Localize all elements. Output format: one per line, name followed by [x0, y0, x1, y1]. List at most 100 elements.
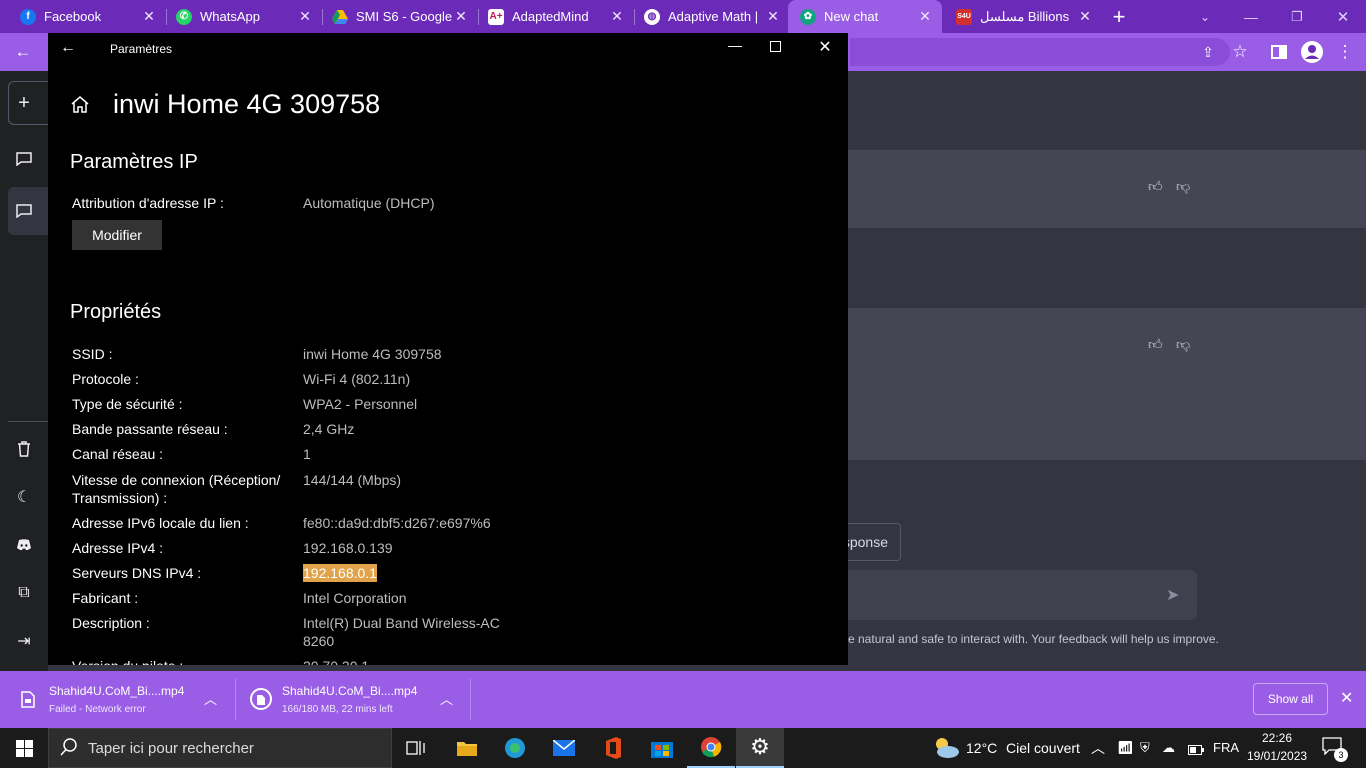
weather-temperature: 12°C — [966, 740, 998, 756]
plus-icon: + — [18, 91, 30, 114]
download-filename: Shahid4U.CoM_Bi....mp4 — [49, 684, 185, 698]
close-icon[interactable]: ✕ — [608, 8, 626, 25]
battery-icon[interactable] — [1188, 742, 1204, 760]
tab-facebook[interactable]: f Facebook ✕ — [8, 0, 166, 33]
thumbs-down-icon[interactable]: 👎︎ — [1176, 178, 1190, 195]
close-icon[interactable]: ✕ — [296, 8, 314, 25]
browser-close-icon[interactable]: ✕ — [1332, 0, 1354, 33]
side-panel-icon[interactable] — [1264, 33, 1294, 71]
tab-title: New chat — [824, 9, 879, 24]
tab-title: مسلسل Billions — [980, 8, 1070, 24]
window-title: Paramètres — [110, 42, 173, 56]
selected-dns-value[interactable]: 192.168.0.1 — [303, 564, 377, 582]
close-icon[interactable]: ✕ — [1340, 688, 1353, 708]
tab-adaptive-math[interactable]: ◍ Adaptive Math | ✕ — [632, 0, 790, 33]
send-icon[interactable]: ➤ — [1166, 585, 1179, 605]
external-link-icon[interactable]: ⧉ — [12, 581, 36, 605]
wifi-icon[interactable]: 📶︎ — [1117, 740, 1134, 756]
onedrive-cloud-icon[interactable]: ☁ — [1162, 740, 1175, 756]
tab-smi-s6[interactable]: SMI S6 - Google ✕ — [320, 0, 478, 33]
discord-icon[interactable] — [12, 533, 36, 557]
profile-avatar-icon[interactable] — [1297, 33, 1327, 71]
show-all-button[interactable]: Show all — [1253, 683, 1328, 715]
close-icon[interactable]: ✕ — [764, 8, 782, 25]
edge-browser-icon[interactable] — [491, 728, 539, 768]
search-placeholder: Taper ici pour rechercher — [88, 740, 254, 757]
property-value: Intel Corporation — [303, 590, 407, 606]
moon-icon[interactable]: ☾ — [12, 485, 36, 509]
settings-gear-icon[interactable]: ⚙ — [736, 728, 784, 768]
property-value: 2,4 GHz — [303, 421, 355, 437]
share-icon[interactable]: ⇪ — [1193, 33, 1223, 71]
property-value: 144/144 (Mbps) — [303, 472, 402, 488]
antivirus-shield-icon[interactable]: ⛨ — [1140, 740, 1150, 756]
windows-start-icon[interactable] — [0, 728, 48, 768]
chevron-up-icon[interactable]: ︿ — [1091, 738, 1105, 758]
tab-title: WhatsApp — [200, 9, 260, 24]
tab-search-icon[interactable]: ⌄ — [1194, 0, 1216, 33]
tab-whatsapp[interactable]: ✆ WhatsApp ✕ — [164, 0, 322, 33]
language-indicator[interactable]: FRA — [1213, 740, 1239, 755]
microsoft-store-icon[interactable] — [638, 728, 686, 768]
tab-title: Adaptive Math | — [668, 9, 759, 24]
task-view-icon[interactable] — [392, 728, 440, 768]
address-bar[interactable] — [850, 38, 1230, 66]
clock-date[interactable]: 19/01/2023 — [1247, 749, 1307, 763]
trash-icon[interactable] — [12, 437, 36, 461]
chevron-up-icon[interactable]: ︿ — [204, 689, 217, 708]
tab-adaptedmind[interactable]: A+ AdaptedMind ✕ — [476, 0, 634, 33]
close-icon[interactable]: ✕ — [916, 8, 934, 25]
property-value: 192.168.0.139 — [303, 540, 393, 556]
modifier-button[interactable]: Modifier — [72, 220, 162, 250]
download-item[interactable]: Shahid4U.CoM_Bi....mp4 166/180 MB, 22 mi… — [236, 671, 470, 728]
tab-new-chat[interactable]: ✿ New chat ✕ — [788, 0, 942, 33]
page-title: inwi Home 4G 309758 — [113, 89, 381, 119]
close-icon[interactable]: ✕ — [452, 8, 470, 25]
close-icon[interactable]: ✕ — [814, 37, 836, 61]
close-icon[interactable]: ✕ — [1076, 8, 1094, 25]
chrome-icon[interactable] — [687, 728, 735, 768]
browser-minimize-icon[interactable]: — — [1240, 0, 1262, 33]
property-label: Canal réseau : — [72, 446, 164, 462]
download-status: 166/180 MB, 22 mins left — [282, 704, 393, 715]
home-icon[interactable] — [70, 95, 90, 118]
property-value: inwi Home 4G 309758 — [303, 346, 442, 362]
new-tab-button[interactable]: + — [1106, 0, 1132, 33]
chrome-menu-icon[interactable]: ⋮ — [1330, 33, 1360, 71]
tab-billions[interactable]: S4U مسلسل Billions ✕ — [944, 0, 1102, 33]
mail-icon[interactable] — [540, 728, 588, 768]
taskbar: Taper ici pour rechercher ⚙ 12°C Ciel co… — [0, 728, 1366, 768]
property-label: Bande passante réseau : — [72, 421, 228, 437]
logout-icon[interactable]: ⇥ — [12, 629, 36, 653]
downloads-bar: Shahid4U.CoM_Bi....mp4 Failed - Network … — [0, 671, 1366, 728]
assistant-message — [848, 150, 1366, 228]
thumbs-up-icon[interactable]: 👍︎ — [1148, 178, 1163, 195]
file-explorer-icon[interactable] — [443, 728, 491, 768]
chat-bubble-icon — [12, 199, 36, 223]
property-value: Wi-Fi 4 (802.11n) — [303, 371, 411, 387]
download-item[interactable]: Shahid4U.CoM_Bi....mp4 Failed - Network … — [0, 671, 234, 728]
minimize-icon[interactable]: — — [724, 37, 746, 61]
chat-bubble-icon[interactable] — [12, 147, 36, 171]
property-label: Version du pilote : — [72, 657, 292, 665]
clock-time[interactable]: 22:26 — [1247, 731, 1307, 745]
notification-count-badge: 3 — [1334, 748, 1348, 762]
office-icon[interactable] — [589, 728, 637, 768]
file-icon — [21, 691, 35, 713]
chat-input[interactable] — [800, 570, 1197, 620]
back-arrow-icon[interactable]: ← — [8, 33, 38, 71]
thumbs-down-icon[interactable]: 👎︎ — [1176, 336, 1190, 353]
chevron-up-icon[interactable]: ︿ — [440, 689, 453, 708]
browser-restore-icon[interactable]: ❐ — [1286, 0, 1308, 33]
thumbs-up-icon[interactable]: 👍︎ — [1148, 336, 1163, 353]
close-icon[interactable]: ✕ — [140, 8, 158, 25]
download-filename: Shahid4U.CoM_Bi....mp4 — [282, 684, 418, 698]
bookmark-star-icon[interactable]: ☆ — [1225, 33, 1255, 71]
tab-title: Facebook — [44, 9, 102, 24]
maximize-icon[interactable] — [770, 41, 781, 52]
property-value: 20.70.30.1 — [303, 657, 533, 665]
tab-title: SMI S6 - Google — [356, 9, 452, 24]
property-label: Description : — [72, 615, 150, 631]
back-arrow-icon[interactable]: ← — [60, 39, 84, 59]
ip-assignment-label: Attribution d'adresse IP : — [72, 195, 224, 211]
